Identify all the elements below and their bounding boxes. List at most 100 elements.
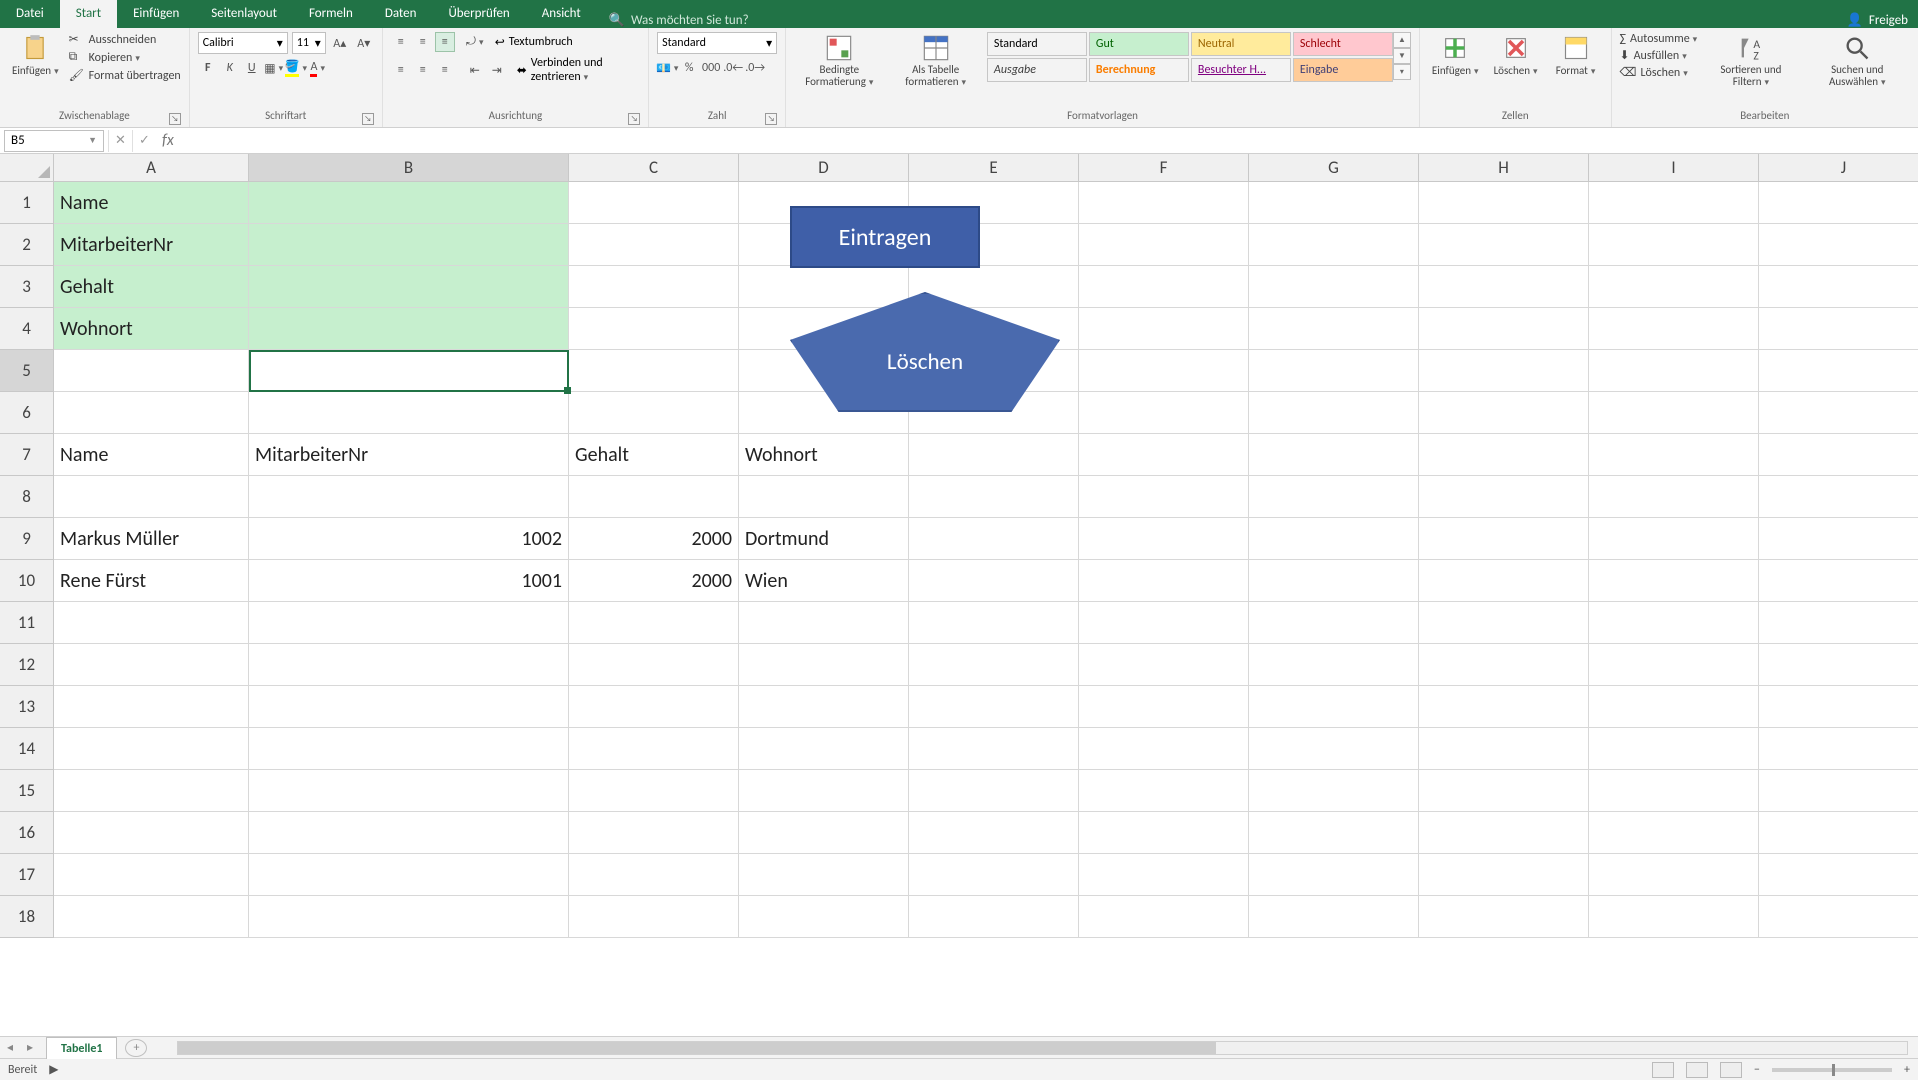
cell-B2[interactable] <box>249 224 569 266</box>
view-page-layout-button[interactable] <box>1686 1062 1708 1078</box>
row-header-10[interactable]: 10 <box>0 560 54 602</box>
cell-H1[interactable] <box>1419 182 1589 224</box>
cell-D8[interactable] <box>739 476 909 518</box>
cell-I2[interactable] <box>1589 224 1759 266</box>
cell-G18[interactable] <box>1249 896 1419 938</box>
cell-A13[interactable] <box>54 686 249 728</box>
cell-F10[interactable] <box>1079 560 1249 602</box>
cell-C3[interactable] <box>569 266 739 308</box>
cell-J4[interactable] <box>1759 308 1918 350</box>
font-size-select[interactable]: 11▾ <box>292 32 326 54</box>
cell-I15[interactable] <box>1589 770 1759 812</box>
decrease-font-button[interactable]: A▾ <box>354 33 374 53</box>
cell-F4[interactable] <box>1079 308 1249 350</box>
row-header-14[interactable]: 14 <box>0 728 54 770</box>
cell-D14[interactable] <box>739 728 909 770</box>
cell-I5[interactable] <box>1589 350 1759 392</box>
cell-H2[interactable] <box>1419 224 1589 266</box>
cell-J7[interactable] <box>1759 434 1918 476</box>
cell-C4[interactable] <box>569 308 739 350</box>
cell-I4[interactable] <box>1589 308 1759 350</box>
cell-G7[interactable] <box>1249 434 1419 476</box>
cell-I1[interactable] <box>1589 182 1759 224</box>
cell-F9[interactable] <box>1079 518 1249 560</box>
cell-G3[interactable] <box>1249 266 1419 308</box>
col-header-G[interactable]: G <box>1249 154 1419 182</box>
col-header-F[interactable]: F <box>1079 154 1249 182</box>
cell-H5[interactable] <box>1419 350 1589 392</box>
style-neutral[interactable]: Neutral <box>1191 32 1291 56</box>
cell-C14[interactable] <box>569 728 739 770</box>
cell-H16[interactable] <box>1419 812 1589 854</box>
cell-G15[interactable] <box>1249 770 1419 812</box>
cell-B5[interactable] <box>249 350 569 392</box>
cell-J2[interactable] <box>1759 224 1918 266</box>
cell-I13[interactable] <box>1589 686 1759 728</box>
cell-D7[interactable]: Wohnort <box>739 434 909 476</box>
cell-B16[interactable] <box>249 812 569 854</box>
align-right-button[interactable]: ≡ <box>435 60 455 80</box>
cell-J9[interactable] <box>1759 518 1918 560</box>
tab-seitenlayout[interactable]: Seitenlayout <box>195 0 293 28</box>
cell-E12[interactable] <box>909 644 1079 686</box>
cell-I16[interactable] <box>1589 812 1759 854</box>
cell-J5[interactable] <box>1759 350 1918 392</box>
horizontal-scrollbar[interactable] <box>177 1041 1908 1055</box>
cell-E14[interactable] <box>909 728 1079 770</box>
clipboard-dialog-launcher[interactable]: ↘ <box>169 113 181 125</box>
cell-A17[interactable] <box>54 854 249 896</box>
increase-font-button[interactable]: A▴ <box>330 33 350 53</box>
decrease-decimal-button[interactable]: .0→ <box>745 58 765 78</box>
cell-C15[interactable] <box>569 770 739 812</box>
style-standard[interactable]: Standard <box>987 32 1087 56</box>
format-painter-button[interactable]: 🖌Format übertragen <box>69 68 181 84</box>
cell-G13[interactable] <box>1249 686 1419 728</box>
cell-A1[interactable]: Name <box>54 182 249 224</box>
fill-color-button[interactable]: 🪣 <box>286 58 306 78</box>
align-top-button[interactable]: ≡ <box>391 32 411 52</box>
row-header-15[interactable]: 15 <box>0 770 54 812</box>
cell-B9[interactable]: 1002 <box>249 518 569 560</box>
cell-G2[interactable] <box>1249 224 1419 266</box>
cell-F17[interactable] <box>1079 854 1249 896</box>
col-header-B[interactable]: B <box>249 154 569 182</box>
cell-F1[interactable] <box>1079 182 1249 224</box>
cell-E13[interactable] <box>909 686 1079 728</box>
cell-J16[interactable] <box>1759 812 1918 854</box>
cell-J17[interactable] <box>1759 854 1918 896</box>
cell-J18[interactable] <box>1759 896 1918 938</box>
style-schlecht[interactable]: Schlecht <box>1293 32 1393 56</box>
cell-A11[interactable] <box>54 602 249 644</box>
cell-F16[interactable] <box>1079 812 1249 854</box>
cell-I17[interactable] <box>1589 854 1759 896</box>
merge-center-button[interactable]: ⬌Verbinden und zentrieren <box>517 56 640 84</box>
cell-H17[interactable] <box>1419 854 1589 896</box>
cell-B14[interactable] <box>249 728 569 770</box>
align-dialog-launcher[interactable]: ↘ <box>628 113 640 125</box>
shape-eintragen-button[interactable]: Eintragen <box>790 206 980 268</box>
cell-C6[interactable] <box>569 392 739 434</box>
align-center-button[interactable]: ≡ <box>413 60 433 80</box>
col-header-A[interactable]: A <box>54 154 249 182</box>
cell-H12[interactable] <box>1419 644 1589 686</box>
sheet-tab-tabelle1[interactable]: Tabelle1 <box>46 1037 117 1059</box>
cell-H7[interactable] <box>1419 434 1589 476</box>
cell-G5[interactable] <box>1249 350 1419 392</box>
cell-G1[interactable] <box>1249 182 1419 224</box>
sheet-nav-next[interactable]: ▸ <box>20 1040 40 1055</box>
borders-button[interactable]: ▦ <box>264 58 284 78</box>
cell-H9[interactable] <box>1419 518 1589 560</box>
name-box[interactable]: B5▼ <box>4 130 104 152</box>
cell-A2[interactable]: MitarbeiterNr <box>54 224 249 266</box>
cell-F6[interactable] <box>1079 392 1249 434</box>
cell-C1[interactable] <box>569 182 739 224</box>
paste-button[interactable]: Einfügen <box>8 32 63 79</box>
cell-D11[interactable] <box>739 602 909 644</box>
col-header-J[interactable]: J <box>1759 154 1918 182</box>
italic-button[interactable]: K <box>220 58 240 78</box>
cell-F11[interactable] <box>1079 602 1249 644</box>
cell-F7[interactable] <box>1079 434 1249 476</box>
cell-A4[interactable]: Wohnort <box>54 308 249 350</box>
row-header-9[interactable]: 9 <box>0 518 54 560</box>
increase-indent-button[interactable]: ⇥ <box>487 60 507 80</box>
